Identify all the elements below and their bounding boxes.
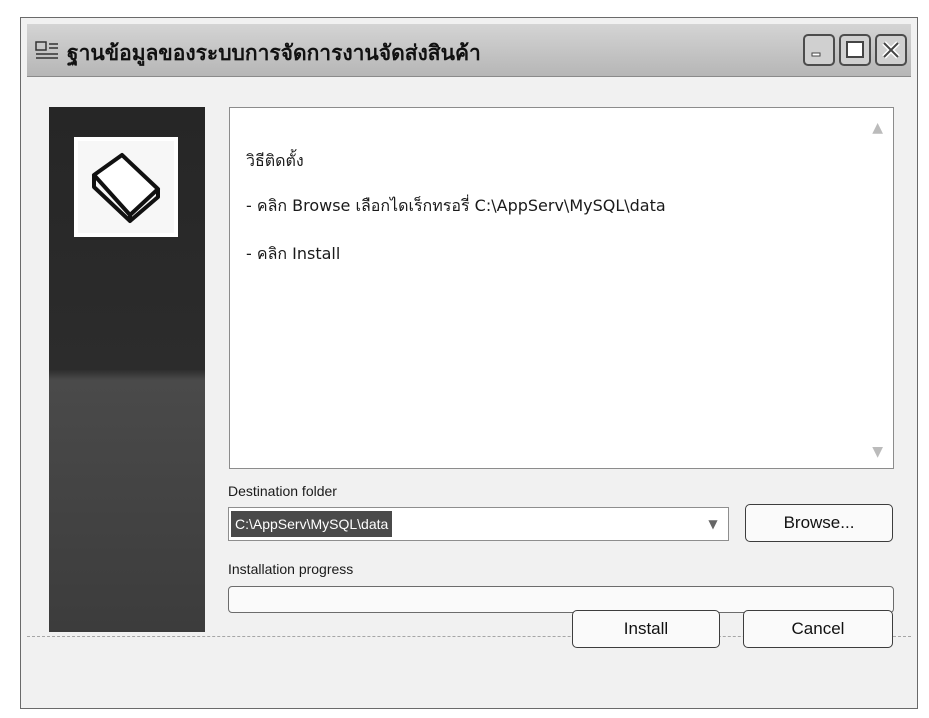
destination-folder-label: Destination folder <box>228 483 337 499</box>
cancel-button[interactable]: Cancel <box>743 610 893 648</box>
instructions-heading: วิธีติดตั้ง <box>246 151 304 170</box>
installer-window: ฐานข้อมูลของระบบการจัดการงานจัดส่งสินค้า… <box>20 17 918 709</box>
close-icon <box>882 41 900 59</box>
installation-progress-label: Installation progress <box>228 561 354 577</box>
chevron-down-icon[interactable]: ▼ <box>702 514 724 534</box>
browse-button[interactable]: Browse... <box>745 504 893 542</box>
instruction-step: - คลิก Install <box>246 244 341 263</box>
close-button[interactable] <box>875 34 907 66</box>
destination-folder-combo[interactable]: C:\AppServ\MySQL\data ▼ <box>228 507 729 541</box>
maximize-button[interactable] <box>839 34 871 66</box>
scroll-up-icon[interactable]: ▲ <box>872 120 883 136</box>
app-icon <box>35 40 59 62</box>
instruction-step: - คลิก Browse เลือกไดเร็กทรอรี่ C:\AppSe… <box>246 196 666 215</box>
title-bar[interactable]: ฐานข้อมูลของระบบการจัดการงานจัดส่งสินค้า <box>27 24 911 77</box>
scroll-down-icon[interactable]: ▼ <box>872 444 883 460</box>
package-box-icon <box>74 137 178 237</box>
maximize-icon <box>846 41 864 58</box>
destination-folder-value[interactable]: C:\AppServ\MySQL\data <box>231 511 393 537</box>
installer-sidebar <box>49 107 205 632</box>
install-button[interactable]: Install <box>572 610 720 648</box>
minimize-button[interactable] <box>803 34 835 66</box>
installation-progress-bar <box>228 586 894 613</box>
window-title: ฐานข้อมูลของระบบการจัดการงานจัดส่งสินค้า <box>67 40 481 65</box>
minimize-icon <box>811 52 821 57</box>
instructions-panel[interactable]: ▲ วิธีติดตั้ง - คลิก Browse เลือกไดเร็กท… <box>229 107 894 469</box>
